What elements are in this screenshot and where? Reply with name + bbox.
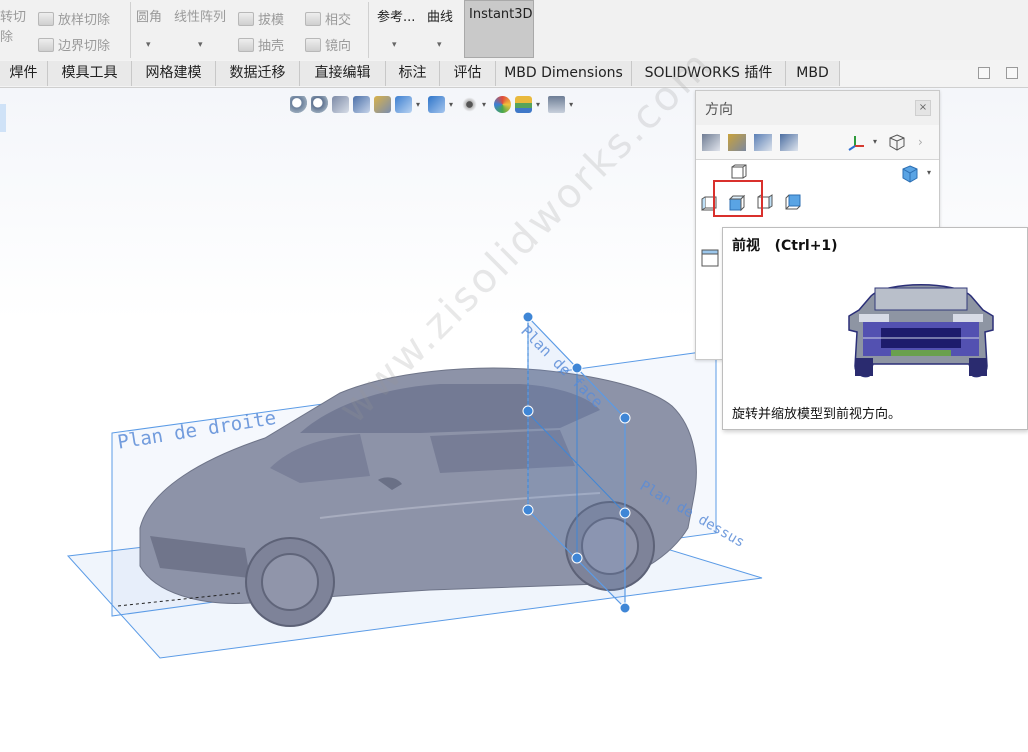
back-view-icon[interactable] <box>784 193 802 211</box>
orientation-toolbar: ▾ › <box>696 125 939 160</box>
view-display-dropdown-icon[interactable]: ▾ <box>927 168 931 177</box>
loft-cut-label: 放样切除 <box>58 13 111 28</box>
tab-markup[interactable]: 标注 <box>386 61 440 86</box>
fillet-label: 圆角 <box>136 10 163 25</box>
tab-mbd-dimensions[interactable]: MBD Dimensions <box>496 61 632 86</box>
revolve-cut-button[interactable]: 转切 <box>0 6 26 25</box>
reference-geometry-button[interactable]: 参考... <box>377 6 415 25</box>
reset-standard-views-icon[interactable] <box>780 134 798 151</box>
revolve-cut-button-line2[interactable]: 除 <box>0 26 13 45</box>
fillet-dropdown-icon[interactable]: ▾ <box>146 40 151 50</box>
orientation-panel-header: 方向 × <box>696 91 939 126</box>
tab-data-migration[interactable]: 数据迁移 <box>216 61 300 86</box>
tooltip-description: 旋转并缩放模型到前视方向。 <box>732 407 902 422</box>
ribbon-separator <box>368 2 369 58</box>
draft-button[interactable]: 拔模 <box>238 9 284 28</box>
view-display-cube-icon[interactable] <box>901 165 919 183</box>
intersect-label: 相交 <box>325 13 352 28</box>
mirror-button[interactable]: 镜向 <box>305 35 351 54</box>
front-view-tooltip: 前视 (Ctrl+1) 旋转并缩放模型到前视方向。 <box>722 227 1028 430</box>
tab-mbd[interactable]: MBD <box>786 61 840 86</box>
reference-geometry-label: 参考... <box>377 10 416 25</box>
pin-dialog-icon[interactable] <box>702 134 720 151</box>
linear-pattern-dropdown-icon[interactable]: ▾ <box>198 40 203 50</box>
draft-label: 拔模 <box>258 13 285 28</box>
tab-mold-tools[interactable]: 模具工具 <box>48 61 132 86</box>
orientation-panel-title: 方向 <box>705 102 733 118</box>
tab-weldments[interactable]: 焊件 <box>0 61 48 86</box>
view-cube-icon[interactable] <box>888 134 906 151</box>
command-tab-bar: 焊件 模具工具 网格建模 数据迁移 直接编辑 标注 评估 MBD Dimensi… <box>0 60 1028 88</box>
draft-icon <box>238 11 254 26</box>
curves-button[interactable]: 曲线 <box>427 6 453 25</box>
instant3d-button[interactable]: Instant3D <box>464 0 534 58</box>
instant3d-label: Instant3D <box>469 7 533 22</box>
tab-mesh-modeling[interactable]: 网格建模 <box>132 61 216 86</box>
new-view-icon[interactable] <box>728 134 746 151</box>
intersect-icon <box>305 11 321 26</box>
tile-window-icon[interactable] <box>1006 67 1018 79</box>
curves-dropdown-icon[interactable]: ▾ <box>437 40 442 50</box>
revolve-cut-label-2: 除 <box>0 30 14 45</box>
revolve-cut-label: 转切 <box>0 10 27 25</box>
loft-cut-icon <box>38 11 54 26</box>
linear-pattern-label: 线性阵列 <box>174 10 227 25</box>
shell-button[interactable]: 抽壳 <box>238 35 284 54</box>
reference-geometry-dropdown-icon[interactable]: ▾ <box>392 40 397 50</box>
boundary-cut-icon <box>38 37 54 52</box>
mirror-icon <box>305 37 321 52</box>
tab-direct-editing[interactable]: 直接编辑 <box>300 61 386 86</box>
shell-icon <box>238 37 254 52</box>
ribbon-separator <box>130 2 131 58</box>
boundary-cut-button[interactable]: 边界切除 <box>38 35 110 54</box>
mirror-label: 镜向 <box>325 39 352 54</box>
tab-evaluate[interactable]: 评估 <box>440 61 496 86</box>
curves-label: 曲线 <box>427 10 454 25</box>
more-tools-chevron-icon[interactable]: › <box>918 135 923 149</box>
command-manager-ribbon: 转切 除 放样切除 边界切除 圆角 ▾ 线性阵列 ▾ 拔模 相交 抽壳 镜向 参… <box>0 0 1028 61</box>
shell-label: 抽壳 <box>258 39 285 54</box>
close-icon[interactable]: × <box>915 100 931 116</box>
axes-dropdown-icon[interactable]: ▾ <box>873 137 877 146</box>
update-standard-views-icon[interactable] <box>754 134 772 151</box>
boundary-cut-label: 边界切除 <box>58 39 111 54</box>
tooltip-title: 前视 (Ctrl+1) <box>732 238 838 254</box>
fillet-button[interactable]: 圆角 <box>136 6 162 25</box>
view-selector-axes-icon[interactable] <box>846 134 866 151</box>
linear-pattern-button[interactable]: 线性阵列 <box>174 6 226 25</box>
single-view-icon[interactable] <box>701 249 719 267</box>
restore-window-icon[interactable] <box>978 67 990 79</box>
loft-cut-button[interactable]: 放样切除 <box>38 9 110 28</box>
front-view-preview-image <box>841 266 1001 382</box>
intersect-button[interactable]: 相交 <box>305 9 351 28</box>
selected-view-highlight <box>713 180 763 217</box>
